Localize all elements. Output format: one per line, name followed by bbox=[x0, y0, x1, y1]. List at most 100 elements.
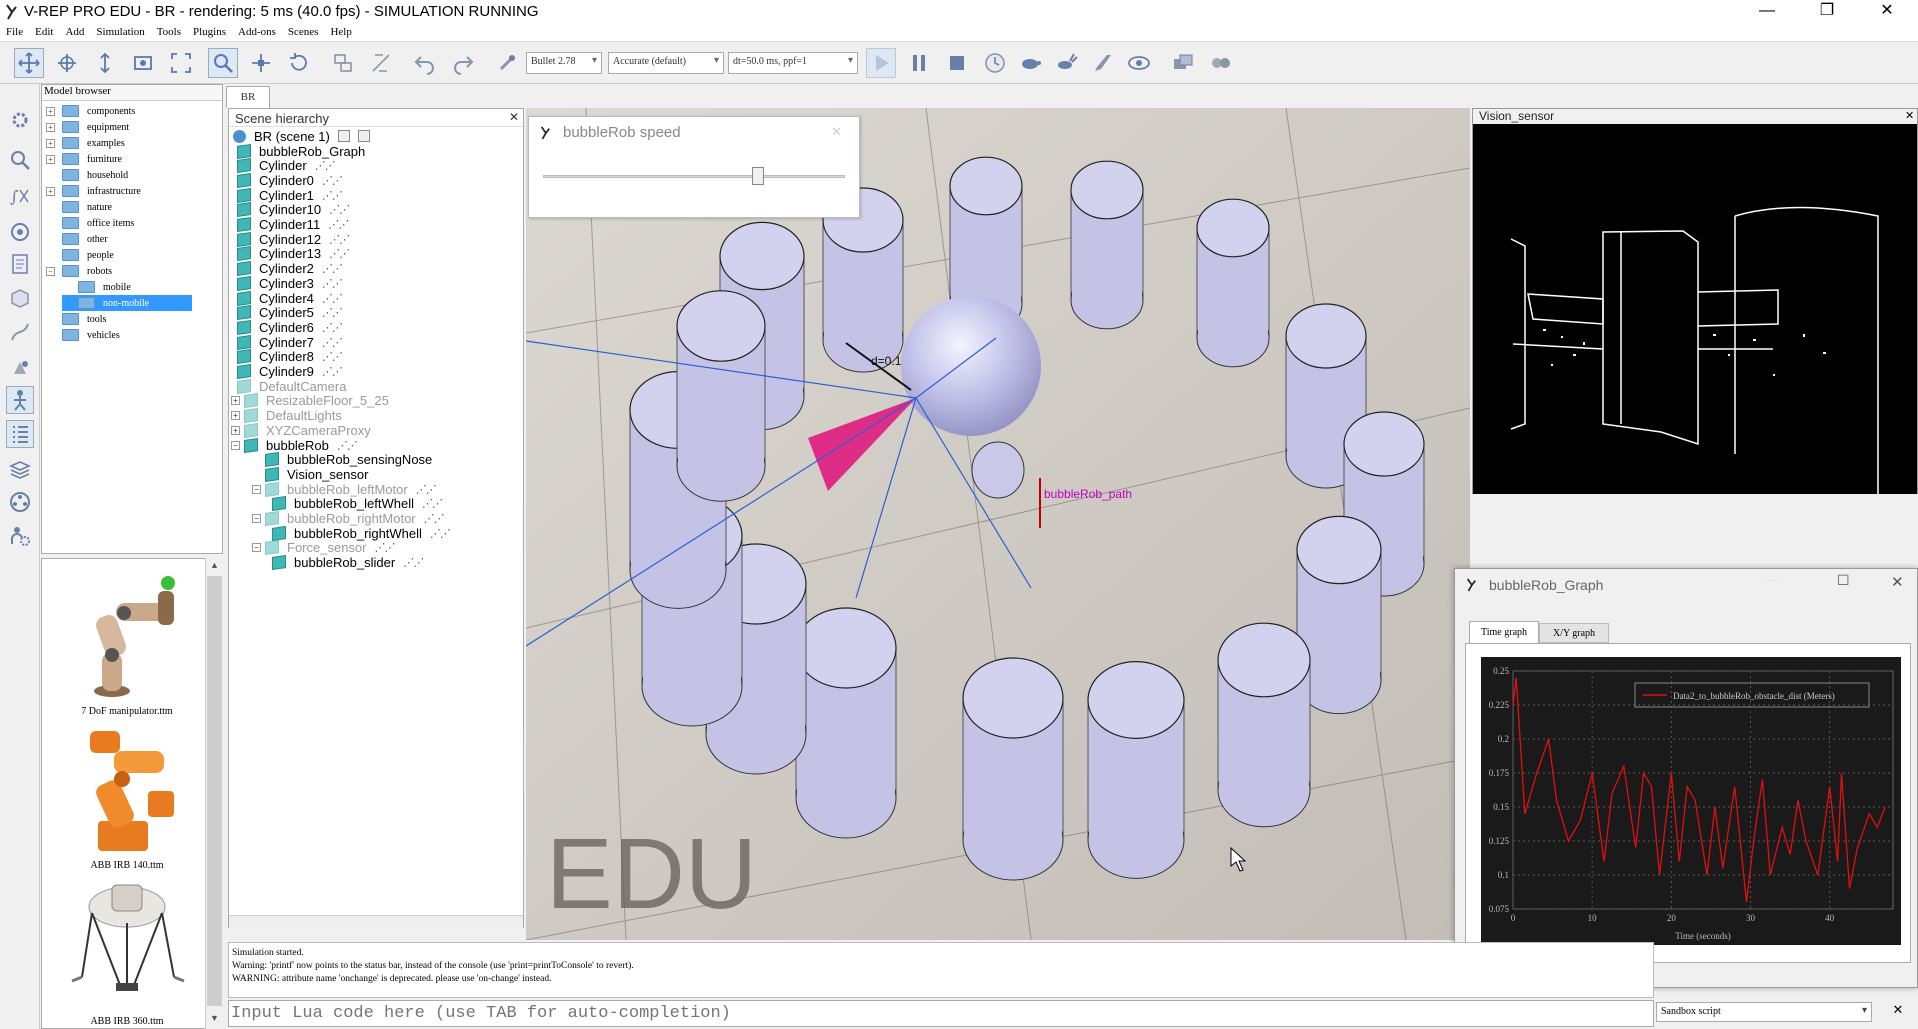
expand-toggle-icon[interactable]: + bbox=[46, 186, 55, 196]
expand-toggle-icon[interactable]: − bbox=[252, 514, 261, 523]
visualization-toggle-icon[interactable] bbox=[1124, 48, 1154, 78]
timestep-select[interactable]: dt=50.0 ms, ppf=1 bbox=[728, 52, 858, 74]
calculation-modules-icon[interactable]: ∫ bbox=[6, 182, 34, 210]
scripts-icon[interactable] bbox=[6, 250, 34, 278]
stop-icon[interactable] bbox=[942, 48, 972, 78]
camera-rotate-icon[interactable] bbox=[52, 48, 82, 78]
menu-tools[interactable]: Tools bbox=[151, 24, 187, 38]
hierarchy-hscrollbar[interactable] bbox=[229, 915, 523, 928]
model-thumb-7dof[interactable]: 7 DoF manipulator.ttm bbox=[52, 563, 202, 717]
close-icon[interactable]: ✕ bbox=[1905, 109, 1914, 122]
dynamics-toggle-icon[interactable] bbox=[492, 48, 522, 78]
expand-toggle-icon[interactable]: + bbox=[231, 411, 240, 421]
scene-script-icon[interactable] bbox=[357, 130, 370, 142]
layers-icon[interactable] bbox=[6, 456, 34, 484]
faster-icon[interactable] bbox=[1052, 48, 1082, 78]
menu-add[interactable]: Add bbox=[59, 24, 90, 38]
restore-button[interactable]: ❐ bbox=[1804, 0, 1850, 24]
speed-slider-track[interactable] bbox=[543, 175, 845, 178]
model-folder-item[interactable]: people bbox=[46, 247, 114, 263]
scroll-thumb[interactable] bbox=[207, 576, 222, 1006]
maximize-button[interactable]: ☐ bbox=[1837, 573, 1850, 590]
expand-toggle-icon[interactable]: − bbox=[46, 266, 55, 276]
menu-addons[interactable]: Add-ons bbox=[232, 24, 282, 38]
camera-angle-icon[interactable] bbox=[128, 48, 158, 78]
console-close-button[interactable]: ✕ bbox=[1886, 1002, 1910, 1022]
script-icon[interactable]: ⋰⋰ bbox=[374, 541, 395, 554]
model-folder-item[interactable]: other bbox=[46, 231, 108, 247]
physics-engine-select[interactable]: Bullet 2.78 bbox=[526, 52, 602, 74]
scroll-down-icon[interactable]: ▼ bbox=[210, 1013, 219, 1023]
collections-icon[interactable] bbox=[6, 218, 34, 246]
lua-command-input[interactable] bbox=[228, 1000, 1654, 1027]
script-icon[interactable]: ⋰⋰ bbox=[322, 321, 343, 334]
script-icon[interactable]: ⋰⋰ bbox=[315, 159, 336, 172]
shape-edit-icon[interactable] bbox=[6, 284, 34, 312]
menu-file[interactable]: File bbox=[0, 24, 29, 38]
script-icon[interactable]: ⋰⋰ bbox=[322, 306, 343, 319]
script-icon[interactable]: ⋰⋰ bbox=[322, 189, 343, 202]
script-icon[interactable]: ⋰⋰ bbox=[322, 292, 343, 305]
scene-tab[interactable]: BR bbox=[226, 86, 270, 108]
scene-hierarchy-toggle-icon[interactable] bbox=[6, 420, 34, 448]
expand-toggle-icon[interactable]: + bbox=[231, 396, 240, 406]
expand-toggle-icon[interactable]: − bbox=[252, 543, 261, 553]
object-rotate-icon[interactable] bbox=[284, 48, 314, 78]
minimize-button[interactable]: — bbox=[1744, 0, 1790, 24]
close-icon[interactable]: ✕ bbox=[831, 124, 842, 140]
video-recorder-icon[interactable] bbox=[6, 488, 34, 516]
model-folder-item[interactable]: − robots bbox=[46, 263, 112, 279]
model-folder-item[interactable]: mobile bbox=[62, 279, 131, 295]
expand-toggle-icon[interactable]: + bbox=[46, 154, 55, 164]
script-icon[interactable]: ⋰⋰ bbox=[430, 527, 451, 540]
model-thumb-abb360[interactable]: ABB IRB 360.ttm bbox=[52, 877, 202, 1027]
play-icon[interactable] bbox=[866, 48, 896, 78]
slower-icon[interactable] bbox=[1016, 48, 1046, 78]
object-select-icon[interactable] bbox=[208, 48, 238, 78]
script-icon[interactable]: ⋰⋰ bbox=[322, 350, 343, 363]
close-button[interactable]: ✕ bbox=[1864, 0, 1910, 24]
menu-help[interactable]: Help bbox=[324, 24, 357, 38]
accuracy-select[interactable]: Accurate (default) bbox=[608, 52, 724, 74]
model-folder-item[interactable]: + examples bbox=[46, 135, 125, 151]
script-icon[interactable]: ⋰⋰ bbox=[424, 512, 445, 525]
model-folder-item[interactable]: nature bbox=[46, 199, 112, 215]
minimize-button[interactable]: — bbox=[1765, 573, 1779, 589]
expand-toggle-icon[interactable]: + bbox=[46, 138, 55, 148]
transfer-dna-icon[interactable] bbox=[366, 48, 396, 78]
script-icon[interactable]: ⋰⋰ bbox=[416, 483, 437, 496]
scene-selector-icon[interactable] bbox=[1206, 48, 1236, 78]
model-folder-item[interactable]: office items bbox=[46, 215, 134, 231]
expand-toggle-icon[interactable]: − bbox=[252, 484, 261, 494]
expand-toggle-icon[interactable]: + bbox=[46, 122, 55, 132]
speed-slider-thumb[interactable] bbox=[751, 167, 764, 185]
object-shift-icon[interactable] bbox=[246, 48, 276, 78]
close-button[interactable]: ✕ bbox=[1891, 573, 1904, 592]
fit-to-view-icon[interactable] bbox=[166, 48, 196, 78]
camera-shift-icon[interactable] bbox=[90, 48, 120, 78]
script-icon[interactable]: ⋰⋰ bbox=[337, 439, 358, 452]
scroll-up-icon[interactable]: ▲ bbox=[210, 560, 219, 570]
assemble-icon[interactable] bbox=[328, 48, 358, 78]
close-icon[interactable]: ✕ bbox=[509, 110, 519, 124]
menu-scenes[interactable]: Scenes bbox=[282, 24, 325, 38]
script-icon[interactable]: ⋰⋰ bbox=[328, 218, 349, 231]
model-thumb-abb140[interactable]: ABB IRB 140.ttm bbox=[52, 721, 202, 871]
pause-icon[interactable] bbox=[904, 48, 934, 78]
expand-toggle-icon[interactable]: + bbox=[231, 425, 240, 435]
path-edit-icon[interactable] bbox=[6, 318, 34, 346]
user-settings-icon[interactable] bbox=[6, 522, 34, 550]
scene-object-item[interactable]: bubbleRob_slider ⋰⋰ bbox=[272, 554, 424, 572]
model-folder-item[interactable]: tools bbox=[46, 311, 106, 327]
tab-xy-graph[interactable]: X/Y graph bbox=[1539, 623, 1609, 643]
undo-icon[interactable] bbox=[410, 48, 440, 78]
script-icon[interactable]: ⋰⋰ bbox=[329, 233, 350, 246]
model-folder-item[interactable]: + components bbox=[46, 103, 135, 119]
menu-edit[interactable]: Edit bbox=[29, 24, 59, 38]
script-mode-select[interactable]: Sandbox script ▾ bbox=[1656, 1002, 1872, 1022]
model-folder-item[interactable]: non-mobile bbox=[62, 295, 192, 311]
expand-toggle-icon[interactable]: − bbox=[231, 440, 240, 450]
scene-properties-icon[interactable] bbox=[337, 130, 350, 142]
script-icon[interactable]: ⋰⋰ bbox=[329, 247, 350, 260]
redo-icon[interactable] bbox=[448, 48, 478, 78]
